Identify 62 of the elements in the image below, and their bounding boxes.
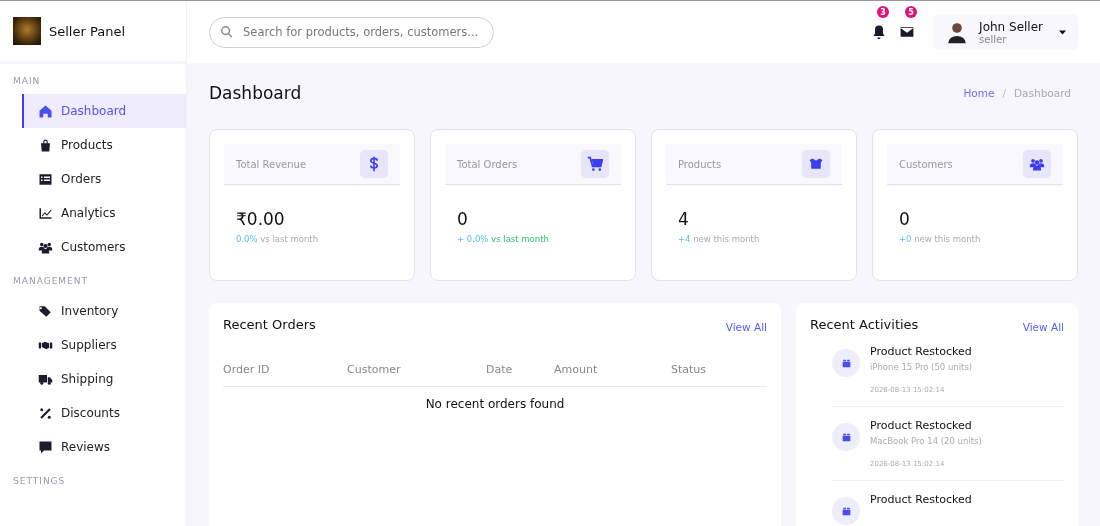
sidebar-item[interactable]: Orders [22,162,186,196]
sidebar-item[interactable]: Inventory [22,294,186,328]
message-badge: 5 [905,6,918,18]
home-icon [38,103,53,119]
stat-change: +4 new this month [678,234,761,244]
view-all-link[interactable]: View All [725,321,767,333]
stat-label: Total Revenue [236,158,307,170]
breadcrumb-separator: / [1002,87,1007,99]
column-header: Amount [554,363,599,376]
brand-title: Seller Panel [49,23,126,39]
bag-icon [38,137,53,153]
user-menu[interactable]: John Seller seller [933,14,1078,50]
stat-value: 4 [678,209,690,229]
view-all-link[interactable]: View All [1022,321,1064,333]
breadcrumb-link[interactable]: Home [963,87,995,99]
activity-title: Product Restocked [870,345,973,358]
stat-change: +0 new this month [899,234,982,244]
user-role: seller [979,33,1008,45]
empty-message: No recent orders found [424,397,566,411]
users-icon [1023,150,1051,178]
column-header: Customer [347,363,402,376]
section-heading: MAIN [12,75,42,88]
panel-title: Recent Activities [810,317,919,332]
percent-icon [38,405,53,421]
activity-detail: iPhone 15 Pro (50 units) [870,362,973,372]
column-header: Order ID [223,363,271,376]
sidebar-item[interactable]: Dashboard [22,94,186,128]
activity-title: Product Restocked [870,419,973,432]
panel-title: Recent Orders [223,317,316,332]
notification-badge: 3 [877,6,890,18]
stat-change: + 0.0% vs last month [457,234,550,244]
stat-value: ₹0.00 [236,209,286,229]
stat-value: 0 [899,209,911,229]
column-header: Date [486,363,514,376]
sidebar-item[interactable]: Reviews [22,430,186,464]
sidebar-item[interactable]: Products [22,128,186,162]
envelope-icon[interactable] [899,24,916,40]
page-title: Dashboard [209,83,302,103]
activity-detail: MacBook Pro 14 (20 units) [870,436,982,446]
stat-label: Customers [899,158,953,170]
sidebar-item[interactable]: Discounts [22,396,186,430]
stat-value: 0 [457,209,469,229]
sidebar-item[interactable]: Analytics [22,196,186,230]
stat-label: Products [678,158,722,170]
tag-icon [38,303,53,319]
sidebar-item[interactable]: Customers [22,230,186,264]
sidebar-item[interactable]: Suppliers [22,328,186,362]
caret-icon [1059,29,1066,35]
chart-icon [38,205,53,221]
stat-change: 0.0% vs last month [236,234,320,244]
dollar-icon [360,150,388,178]
column-header: Status [671,363,707,376]
sidebar-item[interactable]: Shipping [22,362,186,396]
activity-title: Product Restocked [870,493,972,506]
user-name: John Seller [979,19,1043,34]
cart-icon [581,150,609,178]
section-heading: SETTINGS [12,475,67,488]
list-icon [38,171,53,187]
section-heading: MANAGEMENT [12,275,89,288]
stat-label: Total Orders [457,158,518,170]
comment-icon [38,439,53,455]
search-icon [220,25,234,39]
